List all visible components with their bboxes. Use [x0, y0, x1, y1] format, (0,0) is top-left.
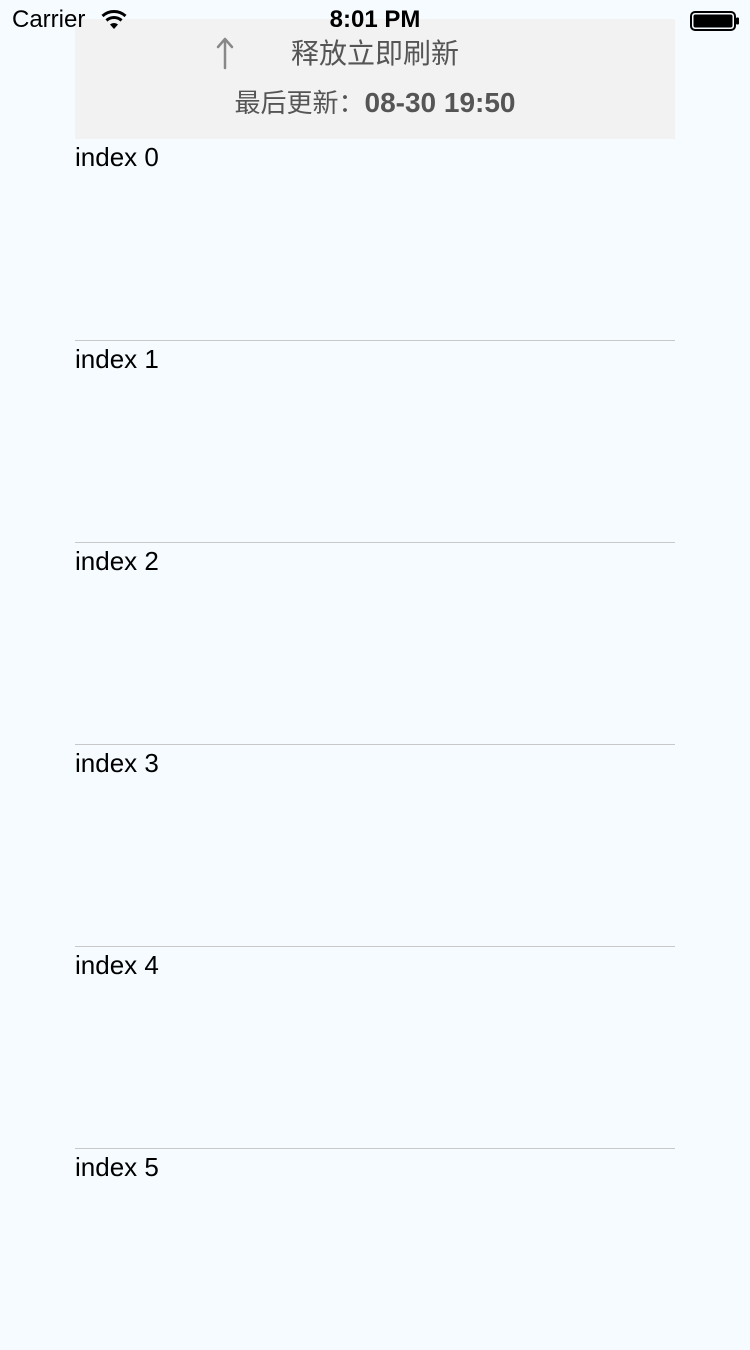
row-label: index 0	[75, 142, 159, 172]
row-label: index 4	[75, 950, 159, 980]
table-row[interactable]: index 2	[75, 543, 675, 745]
refresh-state-label: 释放立即刷新	[290, 37, 459, 70]
status-time: 8:01 PM	[329, 6, 421, 33]
table-row[interactable]: index 5	[75, 1149, 675, 1350]
table-row[interactable]: index 4	[75, 947, 675, 1149]
last-updated-label: 最后更新：08-30 19:50	[75, 85, 675, 122]
last-updated-time: 08-30 19:50	[364, 87, 516, 118]
last-updated-prefix: 最后更新：	[234, 89, 365, 119]
table-row[interactable]: index 3	[75, 745, 675, 947]
row-label: index 3	[75, 748, 159, 778]
row-label: index 2	[75, 546, 159, 576]
table-row[interactable]: index 1	[75, 341, 675, 543]
table-row[interactable]: index 0	[75, 139, 675, 341]
row-label: index 5	[75, 1152, 159, 1182]
battery-icon	[690, 11, 739, 31]
table-list[interactable]: index 0 index 1 index 2 index 3 index 4 …	[75, 139, 675, 1350]
status-bar: Carrier 8:01 PM	[0, 0, 750, 40]
row-label: index 1	[75, 344, 159, 374]
